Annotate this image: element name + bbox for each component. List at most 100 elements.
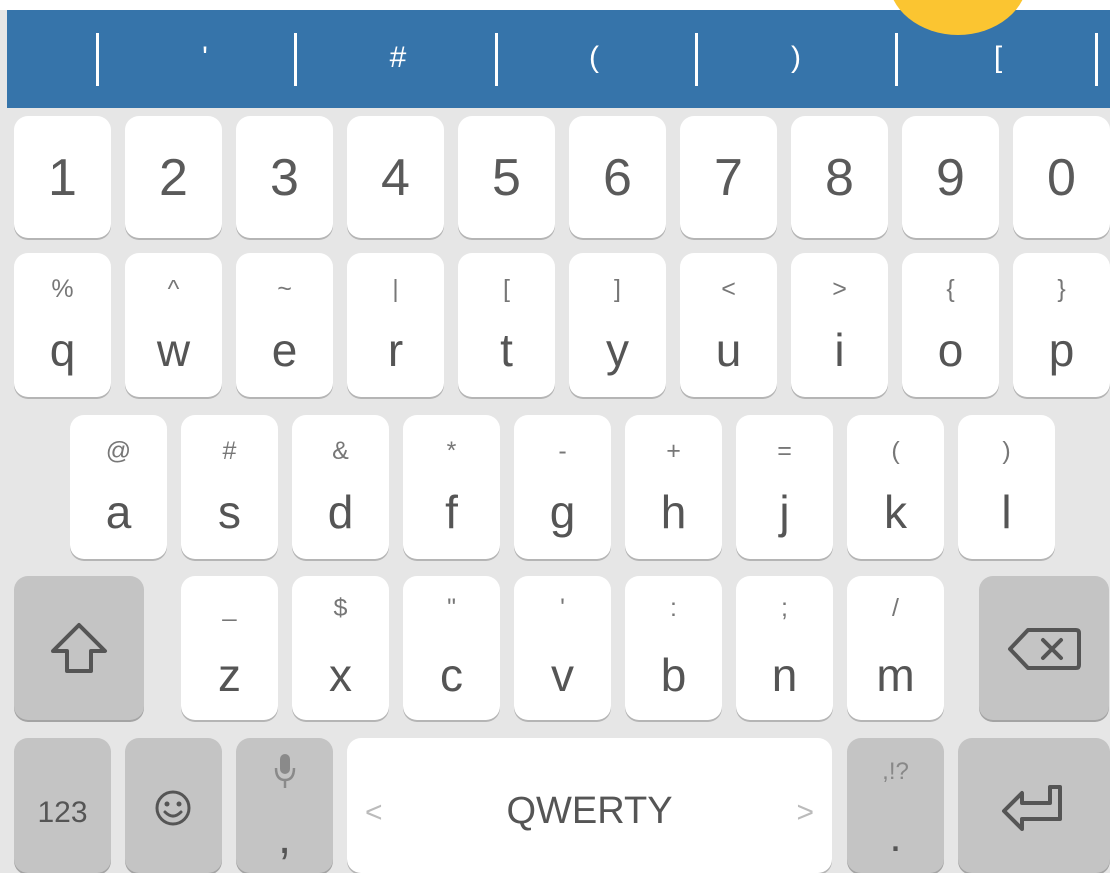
chevron-right-icon: > xyxy=(796,796,814,829)
key-label: k xyxy=(884,486,907,538)
smiley-icon xyxy=(153,788,193,833)
key-x[interactable]: $ x xyxy=(292,576,389,720)
key-e[interactable]: ~ e xyxy=(236,253,333,397)
spacebar[interactable]: < QWERTY > xyxy=(347,738,832,873)
numbers-key[interactable]: 123 xyxy=(14,738,111,873)
key-7[interactable]: 7 xyxy=(680,116,777,238)
key-f[interactable]: * f xyxy=(403,415,500,559)
key-s[interactable]: # s xyxy=(181,415,278,559)
symbol-suggestion[interactable]: [ xyxy=(948,28,1048,88)
key-o[interactable]: { o xyxy=(902,253,999,397)
key-4[interactable]: 4 xyxy=(347,116,444,238)
key-9[interactable]: 9 xyxy=(902,116,999,238)
key-n[interactable]: ; n xyxy=(736,576,833,720)
symbol-divider xyxy=(96,33,99,86)
key-m[interactable]: / m xyxy=(847,576,944,720)
key-k[interactable]: ( k xyxy=(847,415,944,559)
key-a[interactable]: @ a xyxy=(70,415,167,559)
key-label: u xyxy=(715,324,742,376)
key-hint: # xyxy=(222,437,237,465)
key-label: x xyxy=(329,649,352,701)
key-label: r xyxy=(387,324,404,376)
key-label: a xyxy=(105,486,132,538)
key-label: y xyxy=(606,324,629,376)
key-c[interactable]: " c xyxy=(403,576,500,720)
key-label: b xyxy=(660,649,687,701)
key-label: o xyxy=(937,324,964,376)
key-label: t xyxy=(500,324,513,376)
key-hint: " xyxy=(447,594,456,622)
key-8[interactable]: 8 xyxy=(791,116,888,238)
key-0[interactable]: 0 xyxy=(1013,116,1110,238)
key-hint: ) xyxy=(1002,437,1011,465)
key-label: z xyxy=(218,649,241,701)
emoji-key[interactable] xyxy=(125,738,222,873)
key-i[interactable]: > i xyxy=(791,253,888,397)
key-z[interactable]: _ z xyxy=(181,576,278,720)
key-label: f xyxy=(445,486,458,538)
key-hint: ~ xyxy=(277,275,292,303)
symbol-suggestion[interactable]: ( xyxy=(544,28,644,88)
mic-comma-key[interactable]: , xyxy=(236,738,333,873)
key-hint: * xyxy=(446,437,457,465)
key-hint: < xyxy=(721,275,736,303)
key-label: n xyxy=(771,649,798,701)
shift-arrow-icon xyxy=(48,621,110,680)
punctuation-key[interactable]: ,!? . xyxy=(847,738,944,873)
symbol-suggestion[interactable]: # xyxy=(348,28,448,88)
key-label: m xyxy=(876,649,915,701)
key-j[interactable]: = j xyxy=(736,415,833,559)
key-hint: | xyxy=(392,275,399,303)
key-hint: + xyxy=(666,437,681,465)
key-g[interactable]: - g xyxy=(514,415,611,559)
key-label: g xyxy=(549,486,576,538)
key-hint: / xyxy=(892,594,899,622)
key-3[interactable]: 3 xyxy=(236,116,333,238)
key-label: c xyxy=(440,649,463,701)
key-label: i xyxy=(834,324,845,376)
key-1[interactable]: 1 xyxy=(14,116,111,238)
key-l[interactable]: ) l xyxy=(958,415,1055,559)
key-y[interactable]: ] y xyxy=(569,253,666,397)
key-u[interactable]: < u xyxy=(680,253,777,397)
key-2[interactable]: 2 xyxy=(125,116,222,238)
key-q[interactable]: % q xyxy=(14,253,111,397)
key-label: d xyxy=(327,486,354,538)
spacebar-label: QWERTY xyxy=(506,790,673,832)
key-hint: = xyxy=(777,437,792,465)
key-6[interactable]: 6 xyxy=(569,116,666,238)
key-label: p xyxy=(1048,324,1075,376)
key-hint: & xyxy=(332,437,349,465)
symbol-suggestion[interactable]: ) xyxy=(746,28,846,88)
enter-arrow-icon xyxy=(1000,784,1064,837)
key-label: h xyxy=(660,486,687,538)
key-r[interactable]: | r xyxy=(347,253,444,397)
backspace-key[interactable] xyxy=(979,576,1109,720)
key-label: w xyxy=(156,324,191,376)
key-d[interactable]: & d xyxy=(292,415,389,559)
symbol-divider xyxy=(895,33,898,86)
key-v[interactable]: ' v xyxy=(514,576,611,720)
key-hint: [ xyxy=(503,275,510,303)
punctuation-hint: ,!? xyxy=(882,758,909,785)
key-hint: _ xyxy=(222,594,237,622)
enter-key[interactable] xyxy=(958,738,1110,873)
numbers-key-label: 123 xyxy=(37,796,88,829)
shift-key[interactable] xyxy=(14,576,144,720)
key-hint: ] xyxy=(614,275,621,303)
key-h[interactable]: + h xyxy=(625,415,722,559)
key-t[interactable]: [ t xyxy=(458,253,555,397)
key-w[interactable]: ^ w xyxy=(125,253,222,397)
symbol-divider xyxy=(695,33,698,86)
symbol-suggestion[interactable]: ' xyxy=(155,28,255,88)
key-b[interactable]: : b xyxy=(625,576,722,720)
key-p[interactable]: } p xyxy=(1013,253,1110,397)
microphone-icon xyxy=(274,752,296,795)
key-5[interactable]: 5 xyxy=(458,116,555,238)
key-label: e xyxy=(271,324,298,376)
key-hint: ^ xyxy=(167,275,180,303)
key-hint: @ xyxy=(105,437,132,465)
key-hint: ' xyxy=(560,594,565,622)
key-label: s xyxy=(218,486,241,538)
key-hint: { xyxy=(946,275,955,303)
